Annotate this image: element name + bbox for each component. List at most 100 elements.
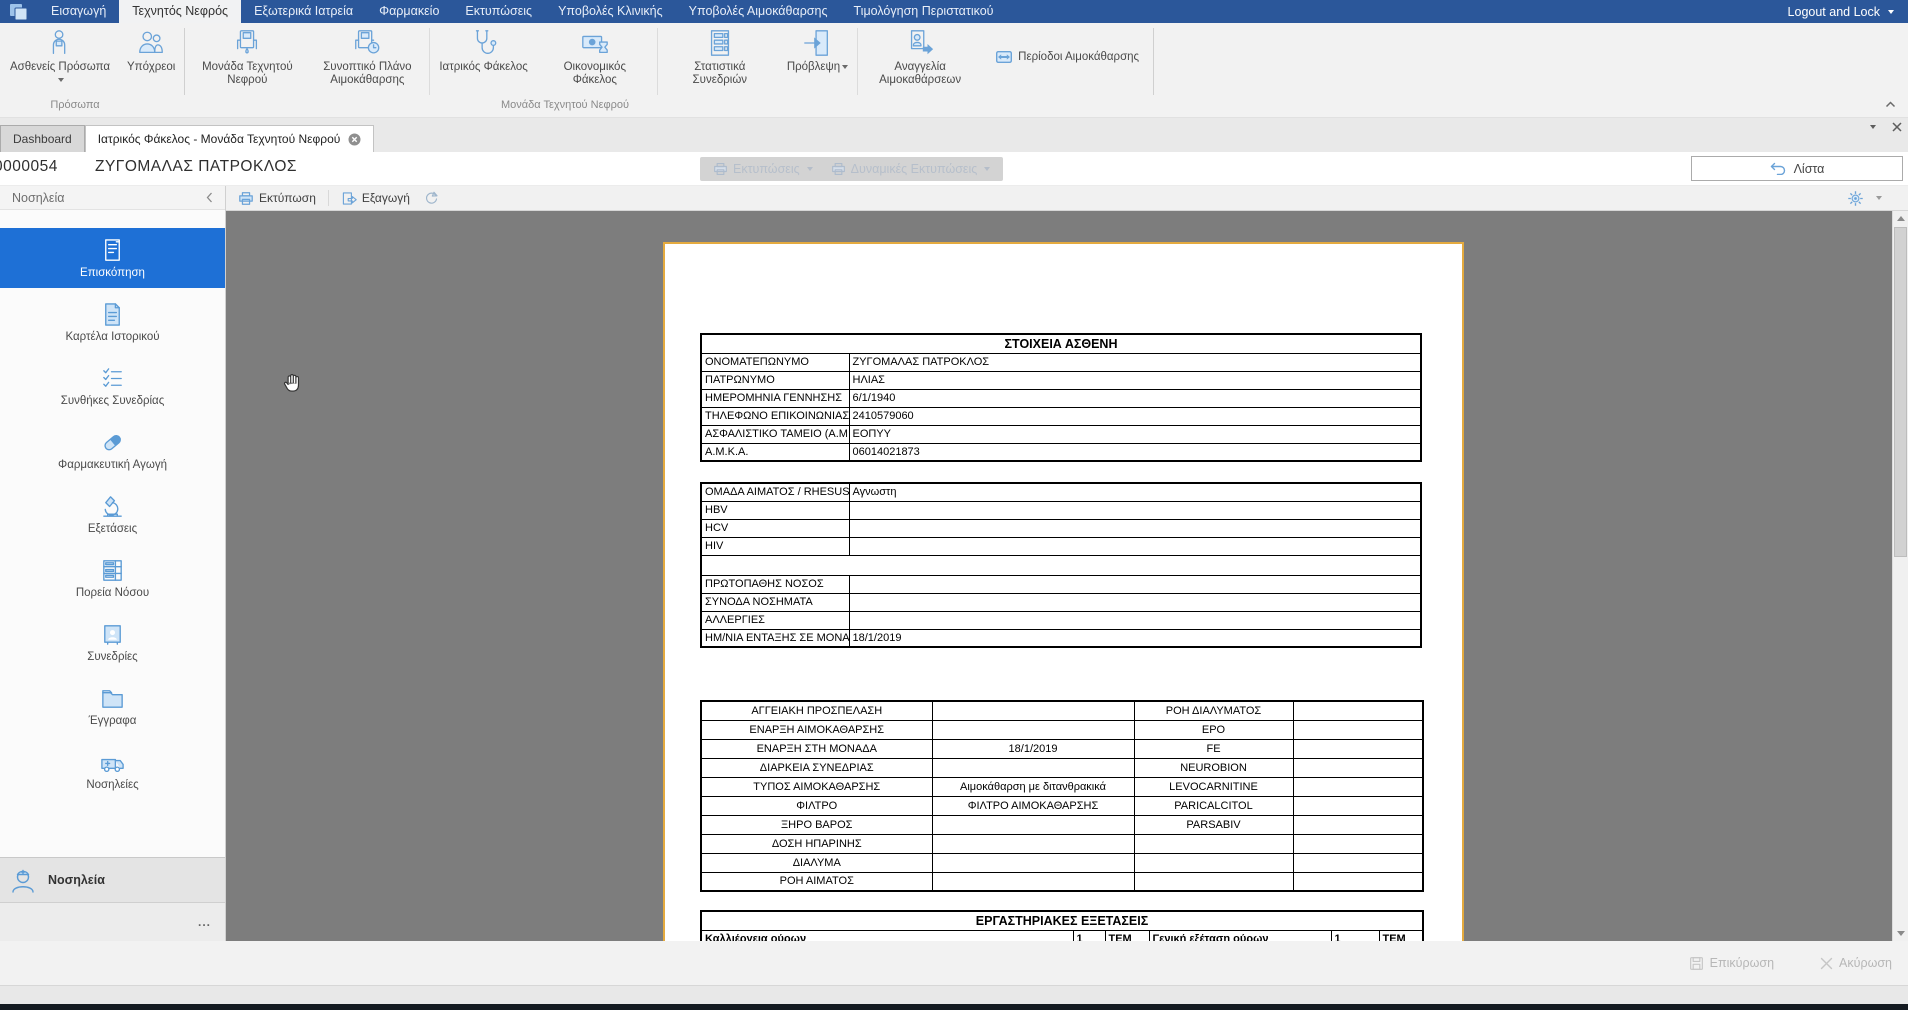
patient-details-table: ΣΤΟΙΧΕΙΑ ΑΣΘΕΝΗ ΟΝΟΜΑΤΕΠΩΝΥΜΟΖΥΓΟΜΑΛΑΣ Π…: [700, 333, 1422, 462]
menu-tab-timologisi[interactable]: Τιμολόγηση Περιστατικού: [841, 0, 1007, 23]
table-title: ΣΤΟΙΧΕΙΑ ΑΣΘΕΝΗ: [701, 334, 1421, 353]
lab-tests-icon: [99, 493, 126, 520]
tab-list-dropdown-icon[interactable]: [1870, 125, 1876, 129]
dialysis-plan-button[interactable]: Συνοπτικό Πλάνο Αιμοκάθαρσης: [307, 26, 427, 96]
cancel-x-icon: [1820, 957, 1833, 970]
toolbar-divider: [328, 190, 329, 206]
print-button[interactable]: Εκτύπωση: [234, 188, 320, 209]
tab-medical-file[interactable]: Ιατρικός Φάκελος - Μονάδα Τεχνητού Νεφρο…: [85, 125, 375, 152]
responsible-persons-icon: [136, 28, 166, 58]
print-actions-disabled: Εκτυπώσεις Δυναμικές Εκτυπώσεις: [700, 157, 1003, 181]
medical-file-icon: [469, 28, 499, 58]
bottom-strip: [0, 1004, 1908, 1010]
menu-tab-ypovoles-aimokatharsis[interactable]: Υποβολές Αιμοκάθαρσης: [676, 0, 841, 23]
report-page: ΣΤΟΙΧΕΙΑ ΑΣΘΕΝΗ ΟΝΟΜΑΤΕΠΩΝΥΜΟΖΥΓΟΜΑΛΑΣ Π…: [663, 242, 1464, 941]
dynamic-prints-button[interactable]: Δυναμικές Εκτυπώσεις: [822, 162, 1000, 176]
toolbar-options-dropdown-icon[interactable]: [1876, 196, 1882, 200]
sidebar-item-exetaseis[interactable]: Εξετάσεις: [0, 484, 225, 544]
vertical-scrollbar[interactable]: [1892, 211, 1908, 941]
ribbon-collapse-chevron-icon[interactable]: [1885, 95, 1896, 113]
dropdown-caret-icon: [807, 167, 813, 171]
logout-and-lock-button[interactable]: Logout and Lock: [1774, 0, 1908, 23]
sidebar-overflow-button[interactable]: ...: [0, 902, 225, 941]
settings-gear-icon[interactable]: [1847, 190, 1864, 207]
button-label: Εκτύπωση: [259, 191, 316, 205]
prints-button[interactable]: Εκτυπώσεις: [704, 162, 822, 176]
dialysis-plan-icon: [352, 28, 382, 58]
button-label: Ιατρικός Φάκελος: [439, 61, 527, 73]
report-toolbar: Εκτύπωση Εξαγωγή: [226, 186, 1908, 211]
scrollbar-thumb[interactable]: [1894, 227, 1907, 557]
scroll-down-icon[interactable]: [1893, 926, 1908, 941]
logout-label: Logout and Lock: [1788, 5, 1880, 19]
sidebar-item-eggrafa[interactable]: Έγγραφα: [0, 676, 225, 736]
dialysis-announcement-icon: [905, 28, 935, 58]
save-icon: [1689, 956, 1704, 971]
hospitalizations-icon: [99, 749, 126, 776]
sidebar-item-label: Νοσηλεία: [48, 873, 105, 887]
menu-tab-ypovoles-klinikis[interactable]: Υποβολές Κλινικής: [545, 0, 676, 23]
sidebar-item-episkopisi[interactable]: Επισκόπηση: [0, 228, 225, 288]
refresh-icon[interactable]: [420, 188, 443, 209]
session-stats-button[interactable]: Στατιστικά Συνεδριών: [660, 26, 780, 96]
menu-tab-eisagogi[interactable]: Εισαγωγή: [38, 0, 119, 23]
list-button[interactable]: Λίστα: [1691, 156, 1903, 181]
lab-tests-table: ΕΡΓΑΣΤΗΡΙΑΚΕΣ ΕΞΕΤΑΣΕΙΣ Καλλιέργεια ούρω…: [700, 910, 1424, 941]
export-button[interactable]: Εξαγωγή: [337, 188, 414, 209]
sidebar-item-synedries[interactable]: Συνεδρίες: [0, 612, 225, 672]
table-row: HCV: [701, 519, 1421, 537]
footer-bar: Επικύρωση Ακύρωση: [0, 941, 1908, 985]
button-label: Ακύρωση: [1839, 956, 1892, 970]
sidebar-item-poreia-nosou[interactable]: Πορεία Νόσου: [0, 548, 225, 608]
menu-tab-exoterika-iatreia[interactable]: Εξωτερικά Ιατρεία: [241, 0, 366, 23]
scroll-up-icon[interactable]: [1893, 211, 1908, 226]
table-row: ΑΛΛΕΡΓΙΕΣ: [701, 611, 1421, 629]
table-row: HBV: [701, 501, 1421, 519]
menu-tab-texnitos-nefros[interactable]: Τεχνητός Νεφρός: [119, 0, 241, 23]
table-row-spacer: [701, 555, 1421, 575]
sidebar-item-farmakeutiki-agogi[interactable]: Φαρμακευτική Αγωγή: [0, 420, 225, 480]
medical-file-button[interactable]: Ιατρικός Φάκελος: [432, 26, 534, 96]
history-card-icon: [99, 301, 126, 328]
ribbon-divider: [184, 28, 185, 95]
app-icon[interactable]: [0, 0, 38, 23]
button-label: Αναγγελία Αιμοκαθάρσεων: [879, 61, 961, 86]
table-row: Καλλιέργεια ούρων1ΤΕΜΓενική εξέταση ούρω…: [701, 930, 1423, 941]
close-document-icon[interactable]: [1892, 122, 1902, 132]
financial-file-button[interactable]: Οικονομικός Φάκελος: [535, 26, 655, 96]
sidebar-nav: Επισκόπηση Καρτέλα Ιστορικού Συνθήκες Συ…: [0, 228, 225, 804]
overflow-label: ...: [198, 915, 211, 929]
sidebar-item-nosileies[interactable]: Νοσηλείες: [0, 740, 225, 800]
cancel-button[interactable]: Ακύρωση: [1820, 956, 1892, 970]
sidebar-bottom: Νοσηλεία ...: [0, 857, 225, 941]
patients-persons-button[interactable]: Ασθενείς Πρόσωπα: [0, 26, 120, 96]
forecast-button[interactable]: Πρόβλεψη: [780, 26, 855, 96]
report-viewer[interactable]: ΣΤΟΙΧΕΙΑ ΑΣΘΕΝΗ ΟΝΟΜΑΤΕΠΩΝΥΜΟΖΥΓΟΜΑΛΑΣ Π…: [226, 211, 1908, 941]
patient-id: 0000054: [0, 158, 58, 176]
disease-course-icon: [99, 557, 126, 584]
sidebar-item-label: Εξετάσεις: [88, 523, 137, 535]
table-row: ΕΝΑΡΞΗ ΣΤΗ ΜΟΝΑΔΑ18/1/2019FE: [701, 739, 1423, 758]
dialysis-periods-button[interactable]: Περίοδοι Αιμοκάθαρσης: [990, 46, 1145, 68]
sidebar-item-nosileia[interactable]: Νοσηλεία: [0, 858, 225, 902]
main-menu: Εισαγωγή Τεχνητός Νεφρός Εξωτερικά Ιατρε…: [38, 0, 1007, 23]
menu-tab-ektyposeis[interactable]: Εκτυπώσεις: [452, 0, 545, 23]
menu-tab-farmakeio[interactable]: Φαρμακείο: [366, 0, 452, 23]
dialysis-announcement-button[interactable]: Αναγγελία Αιμοκαθάρσεων: [860, 26, 980, 96]
confirm-button[interactable]: Επικύρωση: [1689, 956, 1774, 971]
close-tab-icon[interactable]: [348, 133, 361, 146]
dialysis-unit-icon: [232, 28, 262, 58]
responsible-persons-button[interactable]: Υπόχρεοι: [120, 26, 182, 96]
button-label: Εκτυπώσεις: [733, 162, 800, 176]
dropdown-caret-icon: [58, 78, 64, 82]
dropdown-caret-icon: [842, 65, 848, 69]
tab-dashboard[interactable]: Dashboard: [0, 125, 85, 152]
sidebar-item-kartela-istorikou[interactable]: Καρτέλα Ιστορικού: [0, 292, 225, 352]
button-label: Υπόχρεοι: [127, 61, 175, 73]
table-row: ΠΑΤΡΩΝΥΜΟΗΛΙΑΣ: [701, 371, 1421, 389]
sidebar-item-synthikes-synedrias[interactable]: Συνθήκες Συνεδρίας: [0, 356, 225, 416]
ribbon-divider: [657, 28, 658, 95]
printer-icon: [713, 162, 728, 176]
dialysis-unit-button[interactable]: Μονάδα Τεχνητού Νεφρού: [187, 26, 307, 96]
collapse-sidebar-icon[interactable]: [206, 192, 213, 203]
